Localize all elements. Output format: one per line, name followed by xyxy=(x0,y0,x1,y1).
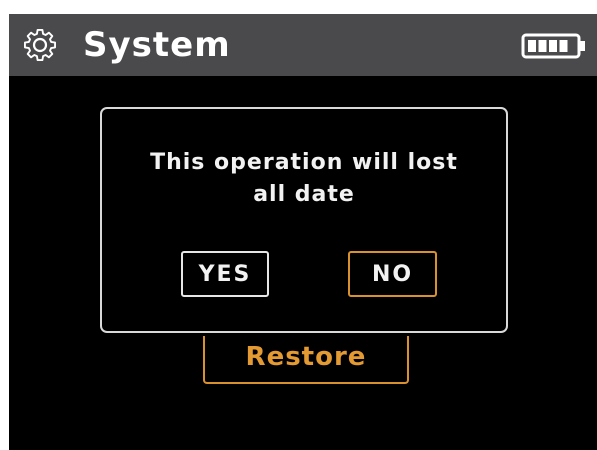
dialog-message: This operation will lost all date xyxy=(102,147,506,211)
page-title: System xyxy=(83,25,231,65)
restore-button[interactable]: Restore xyxy=(203,336,409,384)
no-button[interactable]: NO xyxy=(348,251,437,297)
yes-button[interactable]: YES xyxy=(181,251,269,297)
battery-full-icon xyxy=(521,33,587,59)
confirm-dialog: This operation will lost all date YES NO xyxy=(100,107,508,333)
device-screen: System Restore This operation will lost … xyxy=(9,14,597,450)
dialog-message-line2: all date xyxy=(253,182,355,207)
dialog-message-line1: This operation will lost xyxy=(150,150,458,175)
header-bar: System xyxy=(9,14,597,76)
gear-icon xyxy=(22,27,58,63)
